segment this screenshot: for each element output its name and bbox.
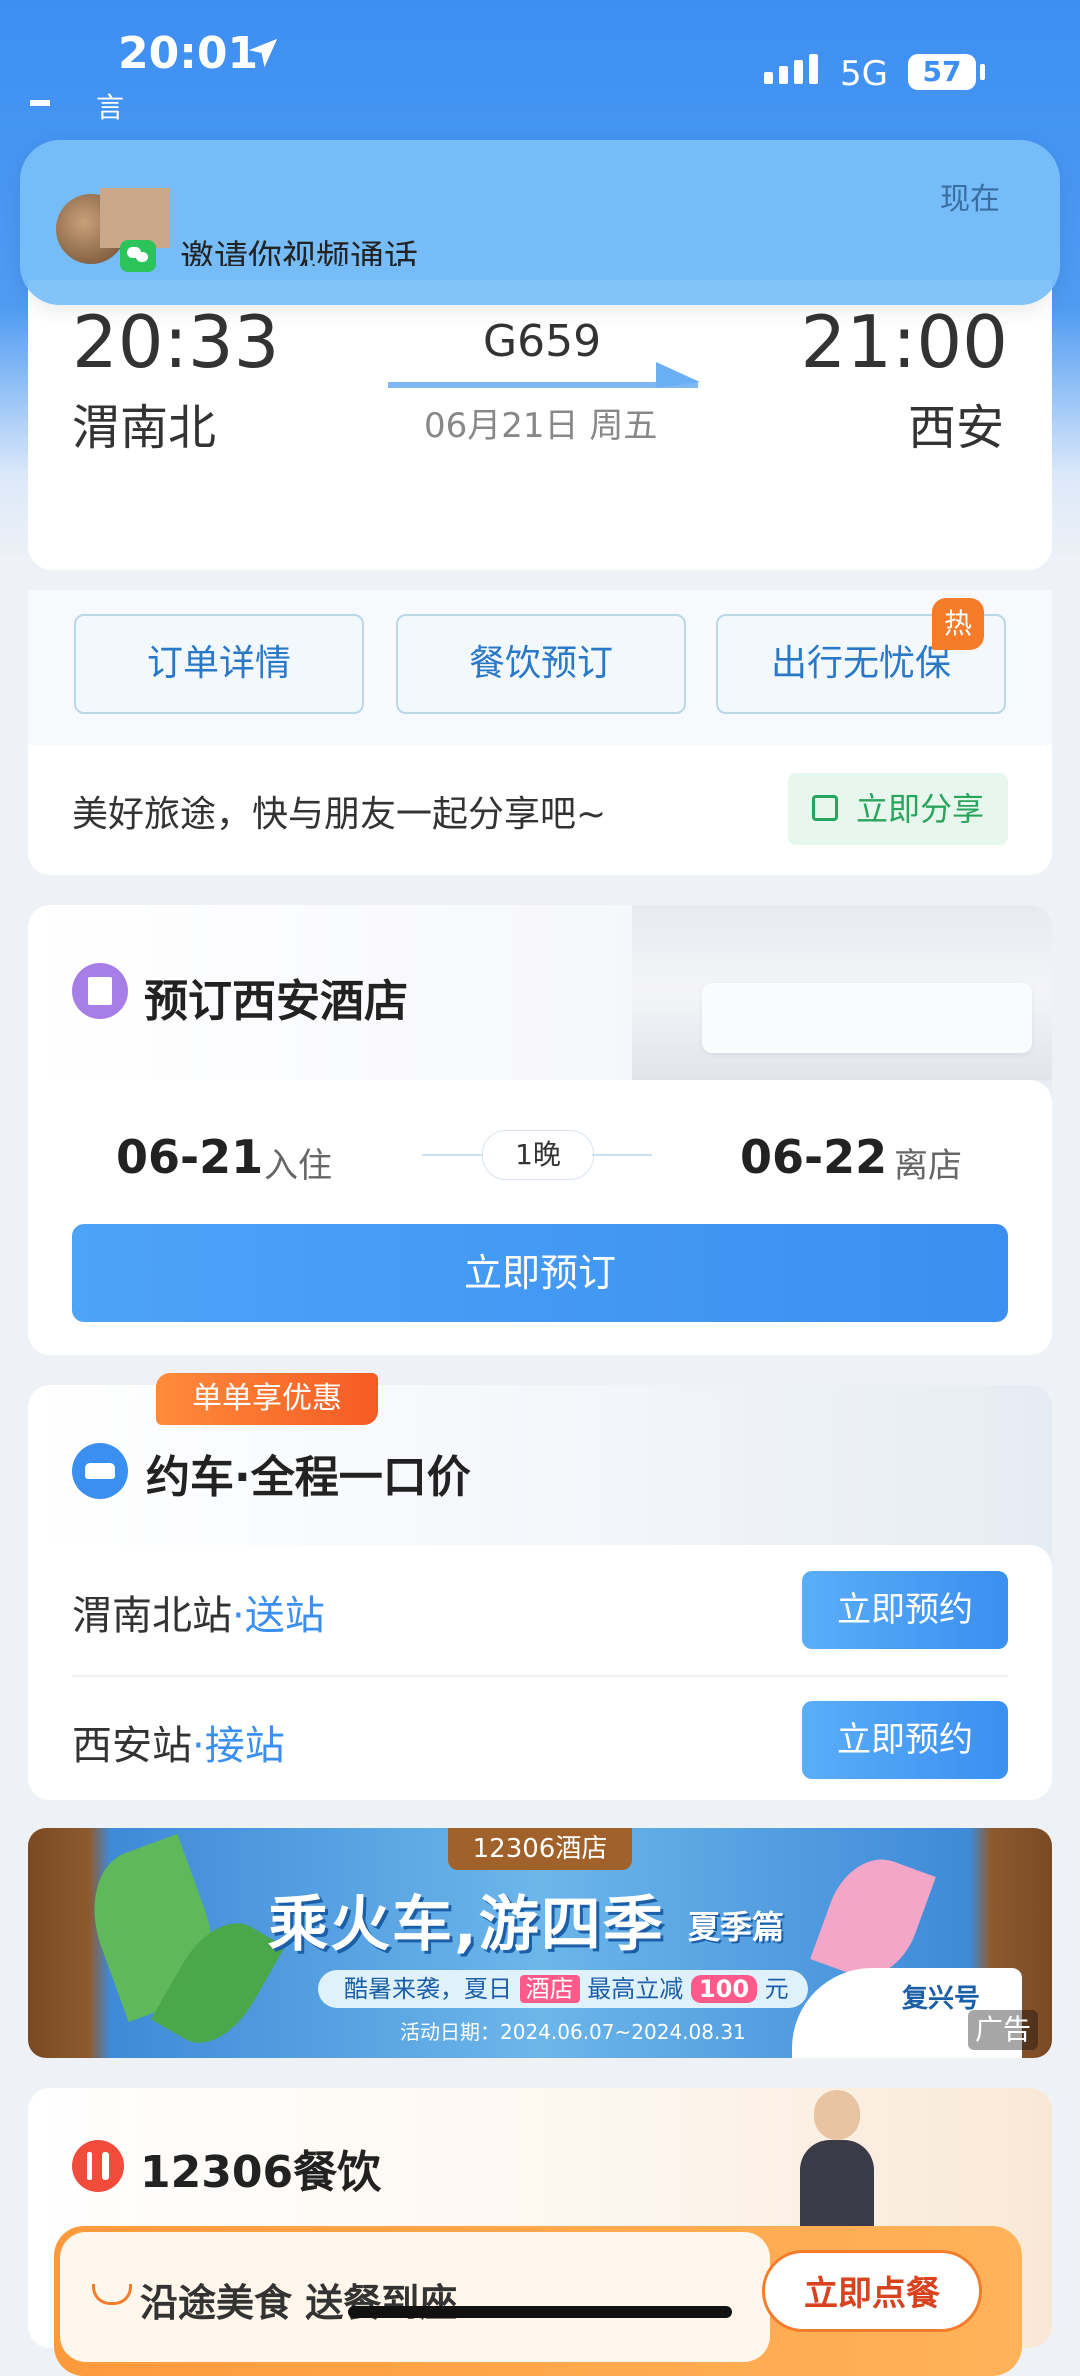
fork-knife-icon xyxy=(72,2140,124,2192)
banner-subtitle: 夏季篇 xyxy=(688,1908,785,1946)
battery-tip xyxy=(980,64,985,80)
notification-time: 现在 xyxy=(940,182,1000,217)
notification-text: 邀请你视频通话 xyxy=(180,238,418,266)
car-row-dropoff: 渭南北站·送站 立即预约 xyxy=(72,1545,1008,1675)
car-station-tag: ·接站 xyxy=(192,1723,285,1769)
hot-badge: 热 xyxy=(932,598,984,650)
travel-insurance-button[interactable]: 出行无忧保 热 xyxy=(716,598,1006,714)
checkin-label: 入住 xyxy=(264,1146,332,1186)
order-details-button[interactable]: 订单详情 xyxy=(74,614,364,714)
banner-title: 乘火车,游四季 xyxy=(268,1890,665,1960)
car-title: 约车·全程一口价 xyxy=(146,1452,471,1503)
banner-offer-strip: 酷暑来袭，夏日 酒店 最高立减 100 元 xyxy=(318,1970,808,2008)
back-app-label[interactable]: 言 xyxy=(96,86,124,126)
share-button-label: 立即分享 xyxy=(855,790,984,828)
home-indicator[interactable] xyxy=(348,2306,732,2318)
car-reserve-button[interactable]: 立即预约 xyxy=(802,1571,1008,1649)
departure-time: 20:33 xyxy=(72,300,280,384)
hotel-card: 预订西安酒店 06-21 入住 1晚 06-22 离店 立即预订 xyxy=(28,905,1052,1355)
network-type: 5G xyxy=(840,54,888,94)
train-label: 复兴号 xyxy=(901,1984,980,2014)
order-food-button[interactable]: 立即点餐 xyxy=(762,2250,982,2332)
car-card: 单单享优惠 约车·全程一口价 渭南北站·送站 立即预约 西安站·接站 立即预约 xyxy=(28,1373,1052,1800)
back-icon[interactable] xyxy=(30,100,50,106)
checkout-label: 离店 xyxy=(894,1146,962,1186)
battery-icon: 57 xyxy=(908,54,976,90)
train-date: 06月21日 周五 xyxy=(424,406,658,446)
arrival-station: 西安 xyxy=(907,400,1004,456)
share-button[interactable]: 立即分享 xyxy=(788,773,1008,845)
offer-unit: 元 xyxy=(764,1975,789,2003)
bed-illustration xyxy=(702,983,1032,1053)
car-row-pickup: 西安站·接站 立即预约 xyxy=(72,1675,1008,1805)
signal-icon xyxy=(764,54,818,84)
hotel-icon xyxy=(72,963,128,1019)
car-station-label: 渭南北站·送站 xyxy=(72,1583,325,1641)
nights-count: 1晚 xyxy=(482,1130,594,1180)
location-arrow-icon xyxy=(248,38,278,68)
action-buttons-row: 订单详情 餐饮预订 出行无忧保 热 xyxy=(28,590,1052,745)
trip-card[interactable]: 20:33 渭南北 G659 06月21日 周五 21:00 西安 xyxy=(28,280,1052,570)
dining-title: 12306餐饮 xyxy=(140,2147,382,2198)
share-row: 美好旅途，快与朋友一起分享吧~ 立即分享 xyxy=(28,745,1052,875)
car-station-name: 渭南北站 xyxy=(72,1593,232,1639)
dining-panel[interactable]: 沿途美食 送餐到座 立即点餐 xyxy=(54,2226,1022,2376)
offer-prefix: 酷暑来袭，夏日 xyxy=(344,1975,512,2003)
car-reserve-button[interactable]: 立即预约 xyxy=(802,1701,1008,1779)
departure-station: 渭南北 xyxy=(72,400,217,456)
avatar-blur xyxy=(100,188,170,248)
car-station-label: 西安站·接站 xyxy=(72,1713,285,1771)
banner-date: 活动日期：2024.06.07~2024.08.31 xyxy=(400,2020,746,2044)
offer-mid: 最高立减 xyxy=(587,1975,684,2003)
dining-info: 沿途美食 送餐到座 xyxy=(60,2232,770,2362)
nights-line-right xyxy=(592,1154,652,1156)
checkout-date[interactable]: 06-22 xyxy=(740,1130,887,1184)
car-station-name: 西安站 xyxy=(72,1723,192,1769)
route-line xyxy=(388,382,698,388)
ad-label: 广告 xyxy=(968,2010,1038,2050)
car-booking-panel: 渭南北站·送站 立即预约 西安站·接站 立即预约 xyxy=(28,1545,1052,1800)
checkin-date[interactable]: 06-21 xyxy=(116,1130,263,1184)
hotel-room-image xyxy=(632,905,1052,1080)
nights-line-left xyxy=(422,1154,482,1156)
offer-hotel: 酒店 xyxy=(519,1975,580,2003)
dining-booking-button[interactable]: 餐饮预订 xyxy=(396,614,686,714)
offer-amount: 100 xyxy=(690,1975,758,2003)
food-cover-icon xyxy=(92,2284,132,2305)
promo-banner-ad[interactable]: 12306酒店 乘火车,游四季 夏季篇 酷暑来袭，夏日 酒店 最高立减 100 … xyxy=(28,1828,1052,2058)
hotel-title: 预订西安酒店 xyxy=(144,976,408,1027)
train-number: G659 xyxy=(483,316,602,367)
wechat-icon xyxy=(120,240,156,272)
route-arrow-icon xyxy=(656,362,700,388)
promo-badge: 单单享优惠 xyxy=(156,1373,378,1425)
travel-insurance-label: 出行无忧保 xyxy=(770,643,951,684)
notification-banner[interactable]: 邀请你视频通话 现在 xyxy=(20,140,1060,305)
hotel-book-button[interactable]: 立即预订 xyxy=(72,1224,1008,1322)
share-text: 美好旅途，快与朋友一起分享吧~ xyxy=(72,794,607,835)
car-station-tag: ·送站 xyxy=(232,1593,325,1639)
status-time: 20:01 xyxy=(118,28,259,79)
hotel-booking-panel: 06-21 入住 1晚 06-22 离店 立即预订 xyxy=(28,1080,1052,1355)
banner-tag: 12306酒店 xyxy=(448,1828,632,1870)
share-icon xyxy=(812,795,838,821)
car-icon xyxy=(72,1443,128,1499)
dining-text: 沿途美食 送餐到座 xyxy=(140,2281,458,2325)
arrival-time: 21:00 xyxy=(800,300,1009,384)
